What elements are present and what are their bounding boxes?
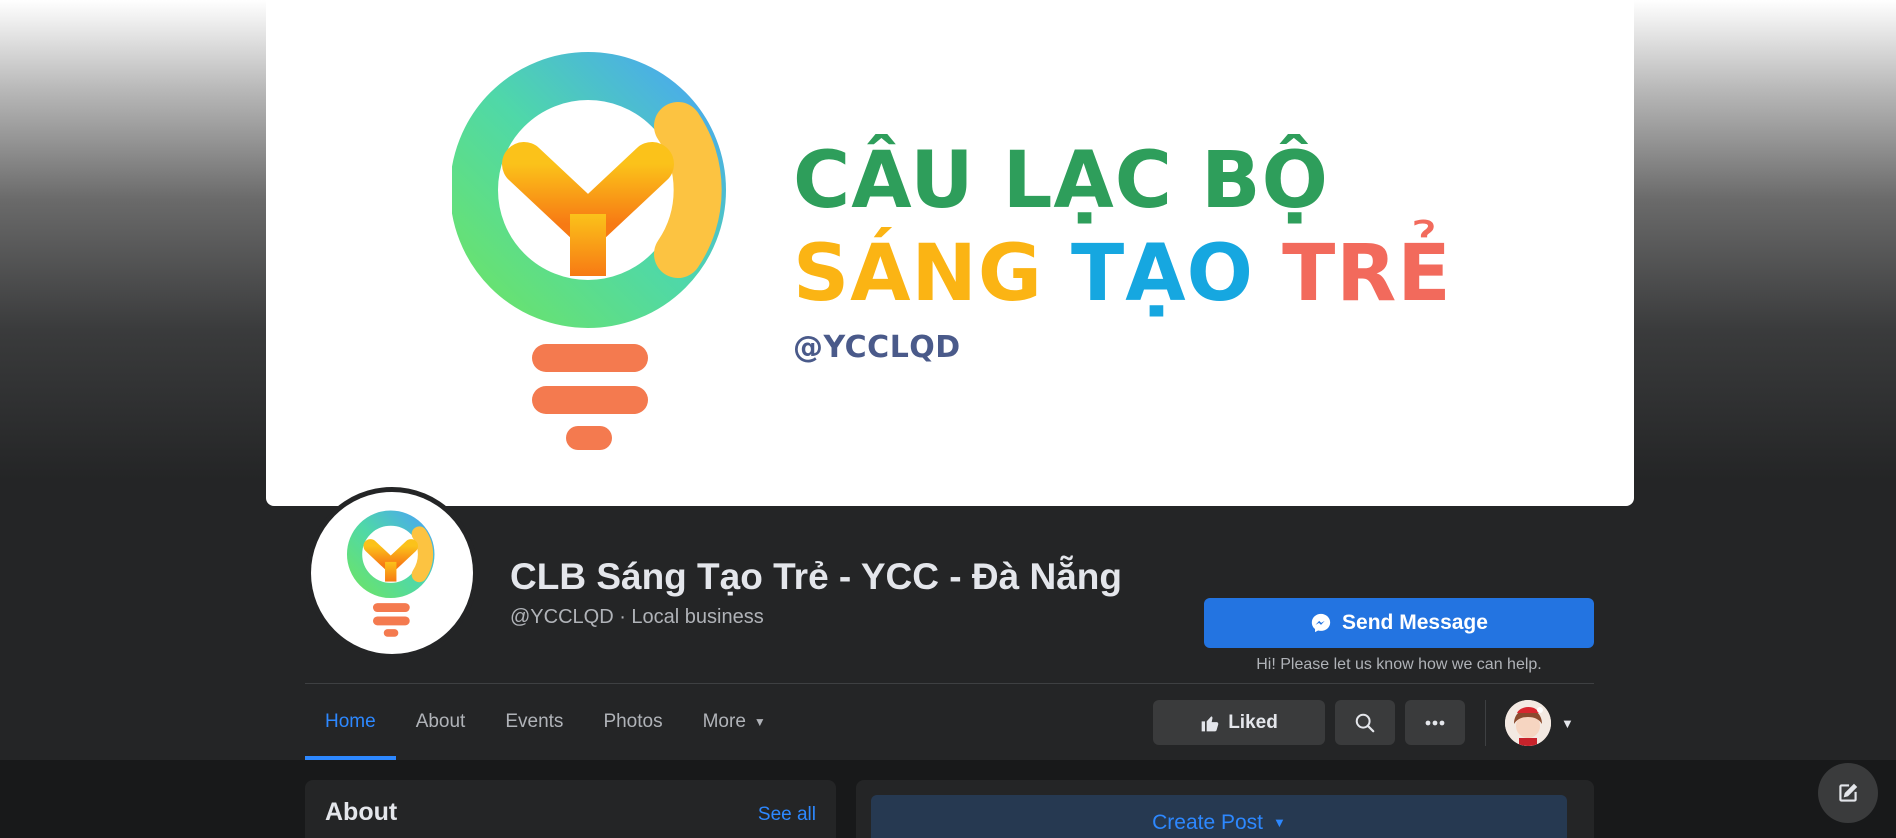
search-button[interactable] [1335,700,1395,745]
search-icon [1355,713,1375,732]
profile-logo-icon [346,510,435,637]
chevron-down-icon: ▼ [753,715,766,729]
tab-photos-label: Photos [603,711,663,732]
liked-button[interactable]: Liked [1153,700,1325,745]
send-message-button[interactable]: Send Message [1204,598,1594,648]
tab-photos[interactable]: Photos [583,684,682,760]
profile-picture[interactable] [306,487,478,659]
compose-icon [1839,783,1858,802]
cover-photo[interactable]: CÂU LẠC BỘ SÁNG TẠO TRẺ @YCCLQD [266,0,1634,506]
create-post-label: Create Post [1152,810,1263,834]
tab-more-label: More [702,711,746,732]
see-all-link[interactable]: See all [758,804,816,826]
cover-title: CÂU LẠC BỘ SÁNG TẠO TRẺ @YCCLQD [793,136,1452,365]
cover-handle: @YCCLQD [793,330,961,365]
create-post-button[interactable]: Create Post ▼ [871,795,1567,838]
tab-events-label: Events [505,711,564,732]
thumbs-up-icon [1201,715,1219,731]
tab-events[interactable]: Events [485,684,583,760]
liked-label: Liked [1228,711,1278,733]
cover-line-1: CÂU LẠC BỘ [793,136,1329,226]
page-subtitle: @YCCLQD · Local business [510,606,764,628]
cover-word-tre: TRẺ [1282,229,1452,319]
chevron-down-icon: ▼ [1561,715,1574,731]
avatar [1505,700,1551,746]
lightbulb-logo-icon [452,52,726,450]
tab-more[interactable]: More ▼ [683,684,786,760]
send-message-hint: Hi! Please let us know how we can help. [1256,656,1542,673]
tab-home[interactable]: Home [305,684,396,760]
send-message-label: Send Message [1342,611,1488,634]
avatar-icon [1505,700,1551,746]
page-tabs: Home About Events Photos More ▼ [305,684,786,760]
create-post-card: Create Post ▼ [856,780,1594,838]
tab-about-label: About [415,711,466,732]
ellipsis-icon [1425,720,1445,725]
actions-separator [1485,700,1486,746]
page-title: CLB Sáng Tạo Trẻ - YCC - Đà Nẵng [510,556,1122,597]
profile-switcher[interactable]: ▼ [1505,700,1574,746]
messenger-icon [1311,613,1331,633]
cover-word-tao: TẠO [1071,229,1254,319]
about-card: About See all [305,780,836,838]
cover-word-sang: SÁNG [793,229,1043,319]
tab-about[interactable]: About [396,684,486,760]
chevron-down-icon: ▼ [1273,815,1286,830]
more-options-button[interactable] [1405,700,1465,745]
about-title: About [325,798,398,826]
cover-line-2: SÁNG TẠO TRẺ [793,226,1452,322]
new-message-button[interactable] [1818,763,1878,823]
tab-home-label: Home [325,711,376,732]
